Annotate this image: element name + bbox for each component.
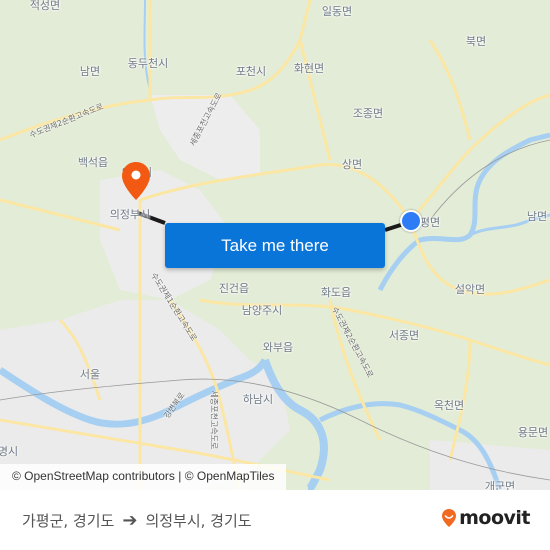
place-label: 화도읍 — [320, 286, 352, 299]
place-label: 명시 — [0, 445, 19, 458]
origin-marker[interactable] — [400, 210, 422, 232]
road-label: 세종포천고속도로 — [209, 390, 219, 450]
moovit-pin-icon — [442, 509, 457, 527]
place-label: 남면 — [526, 210, 548, 223]
origin-name: 가평군, 경기도 — [22, 512, 115, 530]
destination-name: 의정부시, 경기도 — [145, 512, 252, 530]
place-label: 남양주시 — [241, 304, 283, 317]
arrow-right-icon: ➔ — [122, 510, 138, 531]
place-label: 용문면 — [517, 426, 549, 439]
place-label: 서종면 — [388, 329, 420, 342]
place-label: 북면 — [465, 35, 487, 48]
place-label: 백석읍 — [77, 156, 109, 169]
place-label: 와부읍 — [262, 341, 294, 354]
place-label: 일동면 — [321, 5, 353, 18]
place-label: 남면 — [79, 65, 101, 78]
place-label: 화현면 — [293, 62, 325, 75]
place-label: 조종면 — [352, 107, 384, 120]
place-label: 하남시 — [242, 393, 274, 406]
take-me-there-button[interactable]: Take me there — [165, 223, 385, 268]
place-label: 옥천면 — [433, 399, 465, 412]
route-summary: 가평군, 경기도 ➔ 의정부시, 경기도 — [22, 510, 252, 531]
brand-name: moovit — [459, 507, 530, 529]
place-label: 개군면 — [484, 480, 516, 490]
place-label: 적성면 — [29, 0, 61, 12]
place-label: 의정부시 — [109, 208, 151, 221]
map-attribution[interactable]: © OpenStreetMap contributors | © OpenMap… — [0, 464, 287, 490]
footer-bar: 가평군, 경기도 ➔ 의정부시, 경기도 moovit — [0, 490, 550, 550]
place-label: 포천시 — [235, 65, 267, 78]
destination-pin-icon[interactable] — [121, 161, 151, 201]
place-label: 서울 — [79, 368, 101, 381]
map-view[interactable]: 적성면일동면북면남면동두천시포천시화현면조종면백석읍양주시상면의정부시청평면남면… — [0, 0, 550, 490]
place-label: 동두천시 — [127, 57, 169, 70]
moovit-logo[interactable]: moovit — [441, 507, 530, 529]
place-label: 상면 — [341, 158, 363, 171]
place-label: 진건읍 — [218, 282, 250, 295]
place-label: 설악면 — [454, 283, 486, 296]
